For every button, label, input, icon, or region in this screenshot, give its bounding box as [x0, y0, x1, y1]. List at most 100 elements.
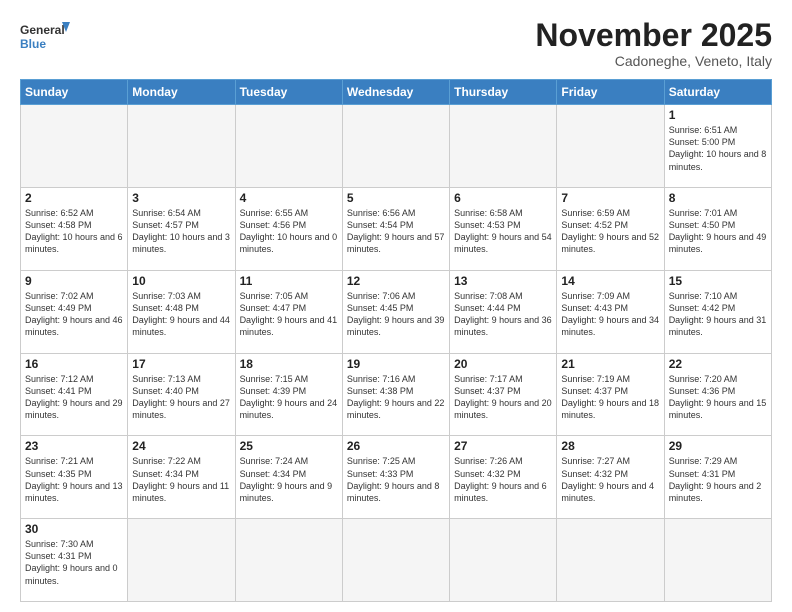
calendar-day-cell: 8 Sunrise: 7:01 AM Sunset: 4:50 PM Daylig…	[664, 187, 771, 270]
day-info: Sunrise: 7:29 AM Sunset: 4:31 PM Dayligh…	[669, 455, 767, 504]
calendar-day-cell: 27 Sunrise: 7:26 AM Sunset: 4:32 PM Dayli…	[450, 436, 557, 519]
day-number: 18	[240, 357, 338, 371]
day-number: 11	[240, 274, 338, 288]
day-info: Sunrise: 7:17 AM Sunset: 4:37 PM Dayligh…	[454, 373, 552, 422]
day-info: Sunrise: 7:15 AM Sunset: 4:39 PM Dayligh…	[240, 373, 338, 422]
calendar-day-cell	[342, 105, 449, 188]
day-number: 26	[347, 439, 445, 453]
calendar-day-cell	[557, 519, 664, 602]
day-number: 5	[347, 191, 445, 205]
day-info: Sunrise: 7:03 AM Sunset: 4:48 PM Dayligh…	[132, 290, 230, 339]
day-number: 3	[132, 191, 230, 205]
calendar-day-cell: 7 Sunrise: 6:59 AM Sunset: 4:52 PM Daylig…	[557, 187, 664, 270]
day-number: 30	[25, 522, 123, 536]
calendar-day-cell: 19 Sunrise: 7:16 AM Sunset: 4:38 PM Dayli…	[342, 353, 449, 436]
calendar-day-cell: 14Sunrise: 7:09 AM Sunset: 4:43 PM Dayli…	[557, 270, 664, 353]
day-info: Sunrise: 7:13 AM Sunset: 4:40 PM Dayligh…	[132, 373, 230, 422]
calendar-day-cell: 12 Sunrise: 7:06 AM Sunset: 4:45 PM Dayli…	[342, 270, 449, 353]
calendar-day-cell	[235, 105, 342, 188]
header-tuesday: Tuesday	[235, 80, 342, 105]
day-info: Sunrise: 7:30 AM Sunset: 4:31 PM Dayligh…	[25, 538, 123, 587]
day-number: 23	[25, 439, 123, 453]
calendar-day-cell: 26 Sunrise: 7:25 AM Sunset: 4:33 PM Dayli…	[342, 436, 449, 519]
calendar-day-cell	[342, 519, 449, 602]
calendar-day-cell: 23 Sunrise: 7:21 AM Sunset: 4:35 PM Dayli…	[21, 436, 128, 519]
calendar-day-cell: 1Sunrise: 6:51 AM Sunset: 5:00 PM Daylig…	[664, 105, 771, 188]
day-info: Sunrise: 7:25 AM Sunset: 4:33 PM Dayligh…	[347, 455, 445, 504]
calendar-day-cell	[21, 105, 128, 188]
calendar-day-cell	[128, 105, 235, 188]
day-info: Sunrise: 7:20 AM Sunset: 4:36 PM Dayligh…	[669, 373, 767, 422]
day-number: 20	[454, 357, 552, 371]
day-info: Sunrise: 7:08 AM Sunset: 4:44 PM Dayligh…	[454, 290, 552, 339]
calendar-day-cell: 5 Sunrise: 6:56 AM Sunset: 4:54 PM Daylig…	[342, 187, 449, 270]
calendar-day-cell: 24 Sunrise: 7:22 AM Sunset: 4:34 PM Dayli…	[128, 436, 235, 519]
calendar-day-cell: 10 Sunrise: 7:03 AM Sunset: 4:48 PM Dayli…	[128, 270, 235, 353]
calendar-week-row: 30 Sunrise: 7:30 AM Sunset: 4:31 PM Dayli…	[21, 519, 772, 602]
calendar-week-row: 2Sunrise: 6:52 AM Sunset: 4:58 PM Daylig…	[21, 187, 772, 270]
calendar-week-row: 23 Sunrise: 7:21 AM Sunset: 4:35 PM Dayli…	[21, 436, 772, 519]
header-wednesday: Wednesday	[342, 80, 449, 105]
day-info: Sunrise: 7:12 AM Sunset: 4:41 PM Dayligh…	[25, 373, 123, 422]
day-number: 29	[669, 439, 767, 453]
calendar-day-cell: 4 Sunrise: 6:55 AM Sunset: 4:56 PM Daylig…	[235, 187, 342, 270]
calendar-day-cell: 29 Sunrise: 7:29 AM Sunset: 4:31 PM Dayli…	[664, 436, 771, 519]
calendar-day-cell: 28 Sunrise: 7:27 AM Sunset: 4:32 PM Dayli…	[557, 436, 664, 519]
calendar-day-cell: 25 Sunrise: 7:24 AM Sunset: 4:34 PM Dayli…	[235, 436, 342, 519]
calendar-day-cell	[128, 519, 235, 602]
header-monday: Monday	[128, 80, 235, 105]
day-number: 12	[347, 274, 445, 288]
day-info: Sunrise: 6:59 AM Sunset: 4:52 PM Dayligh…	[561, 207, 659, 256]
day-info: Sunrise: 6:58 AM Sunset: 4:53 PM Dayligh…	[454, 207, 552, 256]
calendar-day-cell: 2Sunrise: 6:52 AM Sunset: 4:58 PM Daylig…	[21, 187, 128, 270]
day-number: 28	[561, 439, 659, 453]
svg-text:Blue: Blue	[20, 37, 46, 51]
header-friday: Friday	[557, 80, 664, 105]
calendar-day-cell: 22 Sunrise: 7:20 AM Sunset: 4:36 PM Dayli…	[664, 353, 771, 436]
day-info: Sunrise: 7:02 AM Sunset: 4:49 PM Dayligh…	[25, 290, 123, 339]
day-number: 24	[132, 439, 230, 453]
calendar-day-cell	[664, 519, 771, 602]
calendar-day-cell: 17 Sunrise: 7:13 AM Sunset: 4:40 PM Dayli…	[128, 353, 235, 436]
calendar-day-cell: 30 Sunrise: 7:30 AM Sunset: 4:31 PM Dayli…	[21, 519, 128, 602]
day-info: Sunrise: 7:16 AM Sunset: 4:38 PM Dayligh…	[347, 373, 445, 422]
calendar-day-cell: 9Sunrise: 7:02 AM Sunset: 4:49 PM Daylig…	[21, 270, 128, 353]
day-number: 4	[240, 191, 338, 205]
calendar-week-row: 16 Sunrise: 7:12 AM Sunset: 4:41 PM Dayli…	[21, 353, 772, 436]
calendar-day-cell: 11Sunrise: 7:05 AM Sunset: 4:47 PM Dayli…	[235, 270, 342, 353]
weekday-header-row: Sunday Monday Tuesday Wednesday Thursday…	[21, 80, 772, 105]
day-number: 19	[347, 357, 445, 371]
day-info: Sunrise: 7:27 AM Sunset: 4:32 PM Dayligh…	[561, 455, 659, 504]
day-number: 27	[454, 439, 552, 453]
day-number: 22	[669, 357, 767, 371]
day-number: 10	[132, 274, 230, 288]
day-info: Sunrise: 7:21 AM Sunset: 4:35 PM Dayligh…	[25, 455, 123, 504]
calendar-week-row: 9Sunrise: 7:02 AM Sunset: 4:49 PM Daylig…	[21, 270, 772, 353]
day-info: Sunrise: 7:26 AM Sunset: 4:32 PM Dayligh…	[454, 455, 552, 504]
day-info: Sunrise: 7:22 AM Sunset: 4:34 PM Dayligh…	[132, 455, 230, 504]
day-number: 25	[240, 439, 338, 453]
day-info: Sunrise: 7:09 AM Sunset: 4:43 PM Dayligh…	[561, 290, 659, 339]
day-info: Sunrise: 7:24 AM Sunset: 4:34 PM Dayligh…	[240, 455, 338, 504]
day-number: 21	[561, 357, 659, 371]
header-saturday: Saturday	[664, 80, 771, 105]
day-info: Sunrise: 7:19 AM Sunset: 4:37 PM Dayligh…	[561, 373, 659, 422]
month-title: November 2025	[535, 18, 772, 53]
header: General Blue November 2025 Cadoneghe, Ve…	[20, 18, 772, 69]
day-number: 16	[25, 357, 123, 371]
day-info: Sunrise: 6:56 AM Sunset: 4:54 PM Dayligh…	[347, 207, 445, 256]
calendar-day-cell: 3 Sunrise: 6:54 AM Sunset: 4:57 PM Daylig…	[128, 187, 235, 270]
svg-text:General: General	[20, 23, 65, 37]
day-info: Sunrise: 7:06 AM Sunset: 4:45 PM Dayligh…	[347, 290, 445, 339]
day-info: Sunrise: 6:51 AM Sunset: 5:00 PM Dayligh…	[669, 124, 767, 173]
day-info: Sunrise: 7:01 AM Sunset: 4:50 PM Dayligh…	[669, 207, 767, 256]
day-number: 7	[561, 191, 659, 205]
calendar-day-cell: 20 Sunrise: 7:17 AM Sunset: 4:37 PM Dayli…	[450, 353, 557, 436]
day-info: Sunrise: 6:54 AM Sunset: 4:57 PM Dayligh…	[132, 207, 230, 256]
day-number: 8	[669, 191, 767, 205]
calendar-day-cell	[557, 105, 664, 188]
day-number: 17	[132, 357, 230, 371]
day-info: Sunrise: 6:55 AM Sunset: 4:56 PM Dayligh…	[240, 207, 338, 256]
day-number: 6	[454, 191, 552, 205]
day-number: 15	[669, 274, 767, 288]
